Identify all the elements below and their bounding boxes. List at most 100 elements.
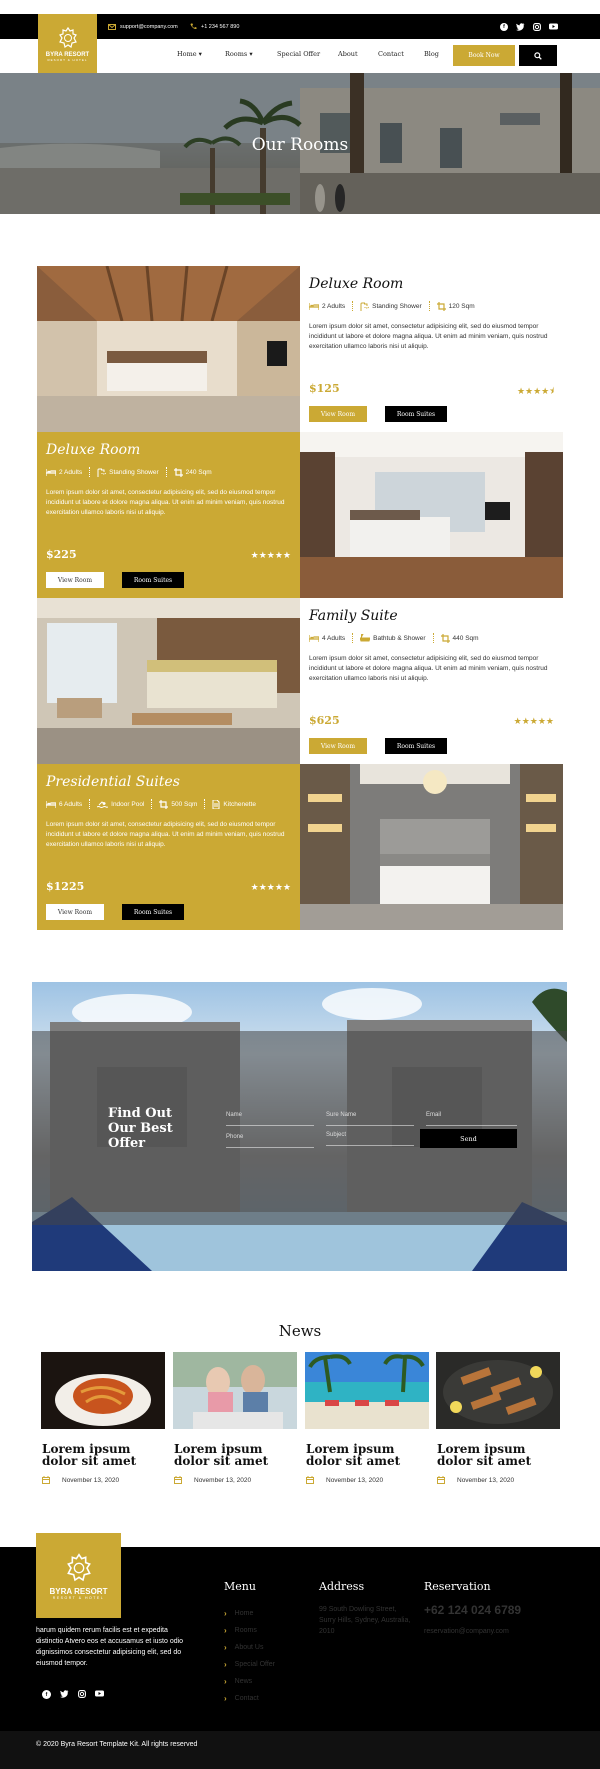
brand-logo[interactable]: BYRA RESORT RESORT & HOTEL — [38, 14, 97, 73]
hero-banner: Our Rooms — [0, 73, 600, 214]
footer-menu-item[interactable]: › Contact — [224, 1690, 275, 1707]
footer-address-heading: Address — [319, 1580, 365, 1593]
news-image-pasta — [41, 1352, 165, 1429]
room-suites-button[interactable]: Room Suites — [122, 904, 184, 920]
room-features: 2 Adults Standing Shower 120 Sqm — [309, 301, 475, 311]
news-date-text: November 13, 2020 — [457, 1476, 515, 1484]
search-button[interactable] — [519, 45, 557, 66]
feature-pool: Indoor Pool — [111, 800, 145, 808]
news-date: November 13, 2020 — [174, 1476, 251, 1484]
surename-field[interactable]: Sure Name — [326, 1112, 414, 1126]
footer-menu-label: Special Offer — [234, 1661, 276, 1668]
room-suites-button[interactable]: Room Suites — [122, 572, 184, 588]
nav-special-offer[interactable]: Special Offer — [277, 50, 320, 58]
news-date-text: November 13, 2020 — [326, 1476, 384, 1484]
facebook-icon[interactable]: f — [500, 22, 508, 31]
bathtub-icon — [360, 634, 371, 642]
footer-menu: › Home › Rooms › About Us › Special Offer › N… — [224, 1605, 275, 1707]
area-icon — [440, 633, 450, 643]
swimming-icon — [97, 800, 109, 808]
room-suites-button[interactable]: Room Suites — [385, 406, 447, 422]
subject-field[interactable]: Subject — [326, 1132, 414, 1146]
nav-home[interactable]: Home ▾ — [177, 50, 202, 58]
news-date: November 13, 2020 — [437, 1476, 514, 1484]
news-heading: News — [278, 1322, 322, 1340]
feature-bath: Bathtub & Shower — [373, 634, 426, 642]
view-room-button[interactable]: View Room — [309, 406, 367, 422]
news-date-text: November 13, 2020 — [194, 1476, 252, 1484]
footer-logo[interactable]: BYRA RESORT RESORT & HOTEL — [36, 1533, 121, 1618]
name-field[interactable]: Name — [226, 1112, 314, 1126]
area-icon — [173, 467, 183, 477]
nav-contact[interactable]: Contact — [378, 50, 404, 58]
room-title: Deluxe Room — [46, 442, 141, 458]
offer-title: Find Out Our Best Offer — [108, 1106, 173, 1151]
footer-menu-item[interactable]: › Rooms — [224, 1622, 275, 1639]
facebook-icon[interactable]: f — [42, 1690, 51, 1699]
phone-contact[interactable]: +1 234 567 890 — [190, 14, 239, 39]
view-room-button[interactable]: View Room — [46, 572, 104, 588]
room-suites-button[interactable]: Room Suites — [385, 738, 447, 754]
footer-menu-item[interactable]: › News — [224, 1673, 275, 1690]
news-title[interactable]: Lorem ipsum dolor sit amet — [437, 1443, 561, 1467]
twitter-icon[interactable] — [516, 22, 525, 31]
room-description: Lorem ipsum dolor sit amet, consectetur … — [46, 821, 285, 848]
nav-about[interactable]: About — [338, 50, 358, 58]
room-description: Lorem ipsum dolor sit amet, consectetur … — [46, 489, 285, 516]
phone-field[interactable]: Phone — [226, 1134, 314, 1148]
room-price: $225 — [46, 548, 77, 561]
nav-rooms[interactable]: Rooms ▾ — [225, 50, 253, 58]
news-date: November 13, 2020 — [306, 1476, 383, 1484]
room-description: Lorem ipsum dolor sit amet, consectetur … — [309, 655, 548, 682]
news-title[interactable]: Lorem ipsum dolor sit amet — [42, 1443, 166, 1467]
chevron-right-icon: › — [224, 1643, 227, 1652]
footer-address: 99 South Dowling Street, Surry Hills, Sy… — [319, 1606, 411, 1635]
chevron-down-icon: ▾ — [249, 50, 253, 58]
email-field[interactable]: Email — [426, 1112, 517, 1126]
instagram-icon[interactable] — [78, 1690, 86, 1698]
twitter-icon[interactable] — [60, 1690, 69, 1698]
calendar-icon — [174, 1476, 182, 1484]
footer-menu-item[interactable]: › Home — [224, 1605, 275, 1622]
feature-shower: Standing Shower — [109, 468, 159, 476]
feature-area: 120 Sqm — [448, 302, 475, 310]
youtube-icon[interactable] — [95, 1690, 104, 1697]
page-title: Our Rooms — [251, 135, 349, 155]
room-image-deluxe-2 — [300, 432, 563, 598]
news-date: November 13, 2020 — [42, 1476, 119, 1484]
room-price: $125 — [309, 382, 340, 395]
lion-crest-icon — [58, 26, 77, 48]
footer-menu-item[interactable]: › About Us — [224, 1639, 275, 1656]
lion-crest-icon — [66, 1552, 91, 1581]
news-title[interactable]: Lorem ipsum dolor sit amet — [306, 1443, 430, 1467]
reservation-email[interactable]: reservation@company.com — [424, 1628, 509, 1635]
kitchen-icon — [212, 799, 220, 809]
instagram-icon[interactable] — [533, 22, 541, 31]
room-title: Family Suite — [309, 608, 398, 624]
rating-stars: ★★★★★ — [513, 716, 554, 726]
chevron-right-icon: › — [224, 1660, 227, 1669]
room-title: Deluxe Room — [309, 276, 404, 292]
view-room-button[interactable]: View Room — [309, 738, 367, 754]
send-button[interactable]: Send — [420, 1129, 517, 1148]
book-now-button[interactable]: Book Now — [453, 45, 515, 66]
footer-menu-label: Rooms — [234, 1627, 257, 1634]
room-features: 4 Adults Bathtub & Shower 440 Sqm — [309, 633, 479, 643]
news-title[interactable]: Lorem ipsum dolor sit amet — [174, 1443, 298, 1467]
shower-icon — [360, 302, 370, 311]
rating-stars: ★★★★⯨ — [516, 386, 554, 396]
area-icon — [159, 799, 169, 809]
email-contact[interactable]: support@company.com — [108, 14, 178, 39]
bed-icon — [46, 468, 56, 476]
room-card-2: Deluxe Room 2 Adults Standing Shower 240… — [37, 432, 300, 598]
youtube-icon[interactable] — [549, 23, 558, 30]
reservation-phone[interactable]: +62 124 024 6789 — [424, 1603, 521, 1617]
room-price: $1225 — [46, 880, 85, 893]
feature-kitchen: Kitchenette — [223, 800, 256, 808]
nav-blog[interactable]: Blog — [424, 50, 439, 58]
bed-icon — [46, 800, 56, 808]
view-room-button[interactable]: View Room — [46, 904, 104, 920]
footer-menu-item[interactable]: › Special Offer — [224, 1656, 275, 1673]
room-price: $625 — [309, 714, 340, 727]
room-image-deluxe — [37, 266, 300, 432]
